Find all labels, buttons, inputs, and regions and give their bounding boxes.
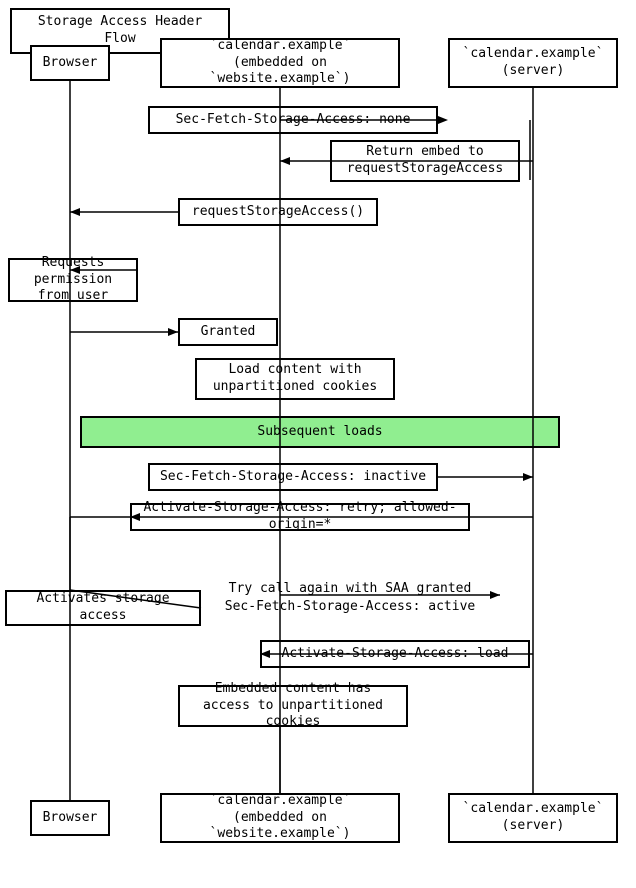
embed-bottom-box: `calendar.example` (embedded on `website… (160, 793, 400, 843)
load-content-box: Load content with unpartitioned cookies (195, 358, 395, 400)
browser-bottom-box: Browser (30, 800, 110, 836)
activate-retry-box: Activate-Storage-Access: retry; allowed-… (130, 503, 470, 531)
server-bottom-box: `calendar.example` (server) (448, 793, 618, 843)
subsequent-loads-box: Subsequent loads (80, 416, 560, 448)
embed-top-box: `calendar.example` (embedded on `website… (160, 38, 400, 88)
requests-permission-box: Requests permission from user (8, 258, 138, 302)
request-storage-box: requestStorageAccess() (178, 198, 378, 226)
embedded-content-box: Embedded content has access to unpartiti… (178, 685, 408, 727)
return-embed-box: Return embed to requestStorageAccess (330, 140, 520, 182)
browser-top-box: Browser (30, 45, 110, 81)
diagram-container: Storage Access Header Flow Browser `cale… (0, 0, 636, 888)
sec-fetch-inactive-box: Sec-Fetch-Storage-Access: inactive (148, 463, 438, 491)
activates-storage-box: Activates storage access (5, 590, 201, 626)
granted-box: Granted (178, 318, 278, 346)
activate-load-box: Activate-Storage-Access: load (260, 640, 530, 668)
sec-fetch-none-box: Sec-Fetch-Storage-Access: none (148, 106, 438, 134)
server-top-box: `calendar.example` (server) (448, 38, 618, 88)
try-call-again-label: Try call again with SAA granted Sec-Fetc… (200, 580, 500, 616)
